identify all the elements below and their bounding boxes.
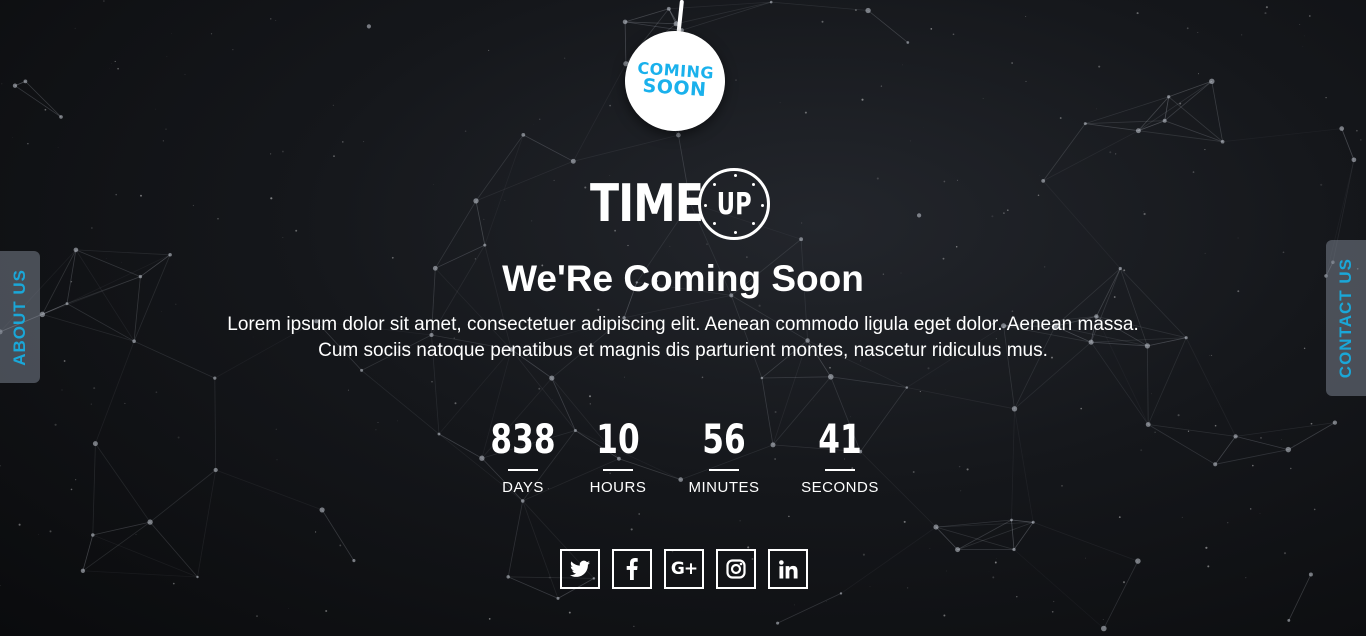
countdown-hours-label: HOURS	[589, 479, 647, 496]
linkedin-icon	[778, 559, 798, 579]
contact-us-tab[interactable]: CONTACT US	[1326, 240, 1366, 396]
logo-word: TIME	[590, 174, 704, 234]
twitter-icon	[570, 560, 590, 577]
countdown-minutes-value: 56	[702, 417, 746, 463]
social-links: G+	[560, 549, 808, 589]
countdown-divider	[508, 469, 538, 471]
countdown-seconds-label: SECONDS	[801, 479, 879, 496]
instagram-button[interactable]	[716, 549, 756, 589]
countdown-divider	[709, 469, 739, 471]
countdown-minutes-label: MINUTES	[688, 479, 760, 496]
countdown-days-value: 838	[490, 417, 556, 463]
countdown-timer: 838 DAYS 10 HOURS 56 MINUTES 41 SECONDS	[468, 414, 898, 504]
countdown-hours: 10 HOURS	[563, 414, 673, 496]
page-title: We'Re Coming Soon	[502, 258, 864, 299]
countdown-days-label: DAYS	[502, 479, 544, 496]
logo: TIME UP	[590, 164, 770, 244]
clock-icon: UP	[698, 168, 770, 240]
countdown-seconds-value: 41	[818, 417, 862, 463]
countdown-hours-value: 10	[596, 417, 640, 463]
about-us-tab[interactable]: ABOUT US	[0, 251, 40, 383]
logo-clock-text: UP	[716, 186, 752, 222]
countdown-divider	[825, 469, 855, 471]
linkedin-button[interactable]	[768, 549, 808, 589]
facebook-button[interactable]	[612, 549, 652, 589]
contact-us-label: CONTACT US	[1336, 257, 1355, 379]
google-plus-button[interactable]: G+	[664, 549, 704, 589]
badge-line-2: SOON	[641, 75, 708, 102]
google-plus-icon: G+	[670, 559, 698, 579]
countdown-days: 838 DAYS	[468, 414, 578, 496]
instagram-icon	[726, 559, 746, 579]
twitter-button[interactable]	[560, 549, 600, 589]
countdown-minutes: 56 MINUTES	[669, 414, 779, 496]
countdown-seconds: 41 SECONDS	[785, 414, 895, 496]
page-description: Lorem ipsum dolor sit amet, consectetuer…	[227, 314, 1139, 361]
about-us-label: ABOUT US	[10, 268, 29, 366]
countdown-divider	[603, 469, 633, 471]
facebook-icon	[626, 558, 638, 580]
